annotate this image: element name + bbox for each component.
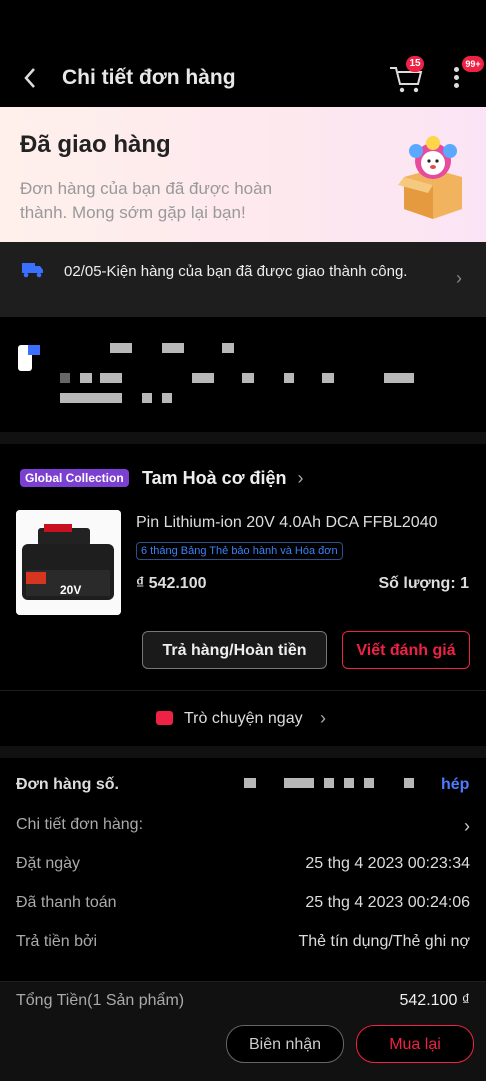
paid-date-value: 25 thg 4 2023 00:24:06 bbox=[305, 894, 470, 911]
product-thumbnail[interactable]: 20V bbox=[16, 510, 121, 615]
warranty-tag: 6 tháng Bảng Thẻ bảo hành và Hóa đơn bbox=[136, 542, 343, 560]
status-banner: Đã giao hàng Đơn hàng của bạn đã được ho… bbox=[0, 107, 486, 242]
chevron-right-icon: › bbox=[320, 708, 326, 728]
product-price: ₫ 542.100 bbox=[136, 575, 207, 592]
delivery-status-row[interactable]: 02/05-Kiện hàng của bạn đã được giao thà… bbox=[0, 242, 486, 317]
truck-icon bbox=[22, 263, 43, 278]
chevron-right-icon: › bbox=[464, 816, 470, 836]
chat-now-button[interactable]: Trò chuyện ngay › bbox=[0, 690, 486, 747]
order-number-redacted bbox=[240, 778, 430, 792]
shop-name-link[interactable]: Tam Hoà cơ điện › bbox=[142, 468, 304, 489]
order-date-value: 25 thg 4 2023 00:23:34 bbox=[305, 855, 470, 872]
svg-text:20V: 20V bbox=[60, 583, 81, 597]
delivered-box-illustration bbox=[398, 136, 462, 219]
chat-icon bbox=[156, 711, 173, 725]
product-name[interactable]: Pin Lithium-ion 20V 4.0Ah DCA FFBL2040 bbox=[136, 514, 438, 532]
receipt-button[interactable]: Biên nhận bbox=[226, 1025, 344, 1063]
order-details-row[interactable]: Chi tiết đơn hàng: › bbox=[16, 816, 470, 836]
page-title: Chi tiết đơn hàng bbox=[62, 66, 236, 89]
chevron-left-icon bbox=[24, 68, 35, 88]
buy-again-button[interactable]: Mua lại bbox=[356, 1025, 474, 1063]
order-date-label: Đặt ngày bbox=[16, 855, 81, 872]
status-title: Đã giao hàng bbox=[20, 131, 171, 158]
write-review-button[interactable]: Viết đánh giá bbox=[342, 631, 470, 669]
order-details-label: Chi tiết đơn hàng: bbox=[16, 816, 144, 833]
order-total-label: Tổng Tiền(1 Sản phẩm) bbox=[16, 992, 185, 1009]
payment-method-row: Trả tiền bởi Thẻ tín dụng/Thẻ ghi nợ bbox=[16, 933, 470, 951]
chevron-right-icon: › bbox=[456, 268, 462, 288]
back-button[interactable] bbox=[22, 66, 38, 94]
payment-method-value: Thẻ tín dụng/Thẻ ghi nợ bbox=[298, 933, 471, 950]
shipping-address-redacted bbox=[0, 317, 486, 432]
chevron-right-icon: › bbox=[297, 468, 304, 488]
paid-date-label: Đã thanh toán bbox=[16, 894, 117, 911]
order-number-label: Đơn hàng số. bbox=[16, 776, 119, 793]
shop-name: Tam Hoà cơ điện bbox=[142, 468, 287, 488]
copy-order-number-button[interactable]: hép bbox=[441, 776, 469, 794]
section-divider bbox=[0, 432, 486, 444]
order-date-row: Đặt ngày 25 thg 4 2023 00:23:34 bbox=[16, 855, 470, 873]
delivery-status-text: 02/05-Kiện hàng của bạn đã được giao thà… bbox=[64, 263, 408, 280]
chat-now-label: Trò chuyện ngay bbox=[184, 710, 303, 727]
section-divider bbox=[0, 746, 486, 758]
payment-method-label: Trả tiền bởi bbox=[16, 933, 98, 950]
notification-badge: 99+ bbox=[462, 56, 484, 72]
status-message: Đơn hàng của bạn đã được hoàn thành. Mon… bbox=[20, 179, 273, 222]
paid-date-row: Đã thanh toán 25 thg 4 2023 00:24:06 bbox=[16, 894, 470, 912]
more-menu-button[interactable]: 99+ bbox=[450, 56, 484, 92]
global-collection-badge: Global Collection bbox=[20, 469, 129, 487]
battery-product-image: 20V bbox=[16, 510, 121, 615]
product-quantity: Số lượng: 1 bbox=[378, 575, 469, 592]
top-bar: Chi tiết đơn hàng 15 99+ bbox=[0, 0, 486, 107]
more-vertical-icon bbox=[450, 67, 462, 88]
order-total-value: 542.100 ₫ bbox=[399, 992, 471, 1009]
return-refund-button[interactable]: Trả hàng/Hoàn tiền bbox=[142, 631, 327, 669]
cart-count-badge: 15 bbox=[406, 56, 424, 72]
cart-button[interactable]: 15 bbox=[388, 56, 424, 94]
